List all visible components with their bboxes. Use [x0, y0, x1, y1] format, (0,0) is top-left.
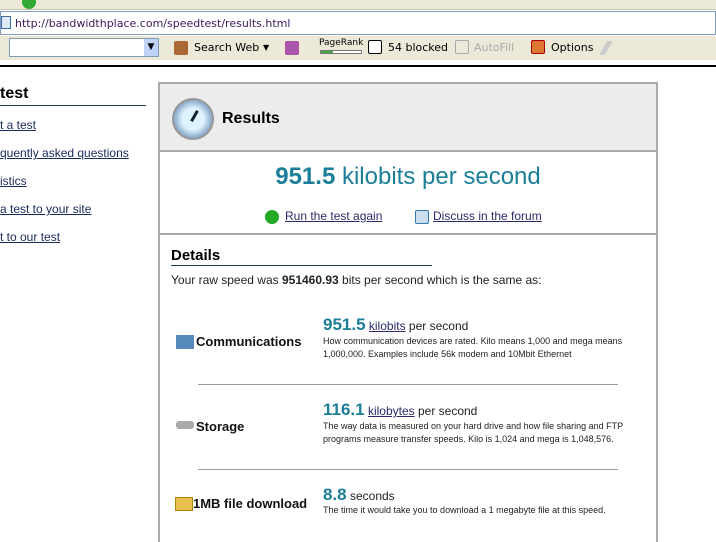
row-value: 951.5 kilobits per second [323, 315, 468, 335]
forum-icon[interactable] [415, 210, 429, 224]
hard-drive-icon [176, 421, 194, 429]
raw-suffix: bits per second which is the same as: [342, 273, 542, 287]
autofill-icon [455, 40, 469, 54]
sidebar-link[interactable]: quently asked questions [0, 146, 129, 160]
speed-value: 951.5 [275, 163, 336, 190]
stopwatch-icon [172, 98, 214, 140]
unit-link[interactable]: kilobytes [368, 404, 415, 418]
value: 116.1 [323, 400, 365, 419]
row-label: Communications [196, 334, 302, 349]
go-icon[interactable] [22, 0, 36, 9]
search-dropdown-icon[interactable]: ▼ [263, 43, 269, 52]
page-nav-strip [0, 60, 716, 67]
sidebar-link[interactable]: a test to your site [0, 202, 91, 216]
raw-prefix: Your raw speed was [171, 273, 279, 287]
popup-blocker-icon[interactable] [368, 40, 382, 54]
raw-speed-text: Your raw speed was 951460.93 bits per se… [171, 273, 541, 287]
suffix: seconds [349, 489, 395, 503]
blocked-count[interactable]: 54 blocked [388, 41, 448, 54]
url-text: http://bandwidthplace.com/speedtest/resu… [15, 17, 291, 30]
speed-unit: kilobits per second [341, 163, 541, 190]
results-panel: Results 951.5 kilobits per second Run th… [158, 82, 658, 542]
news-icon[interactable] [285, 41, 299, 55]
browser-toolbar-top [0, 0, 716, 10]
autofill-button[interactable]: AutoFill [474, 41, 514, 54]
options-icon[interactable] [531, 40, 545, 54]
value: 8.8 [323, 485, 347, 504]
unit-link[interactable]: kilobits [369, 319, 406, 333]
speed-result: 951.5 kilobits per second [160, 163, 656, 191]
address-bar[interactable]: http://bandwidthplace.com/speedtest/resu… [0, 11, 716, 35]
results-header: Results [160, 84, 656, 152]
sidebar-link[interactable]: t a test [0, 118, 36, 132]
results-title: Results [222, 110, 280, 127]
row-value: 116.1 kilobytes per second [323, 400, 477, 420]
highlighter-icon[interactable] [598, 41, 614, 55]
row-description: The way data is measured on your hard dr… [323, 421, 623, 444]
sidebar-link[interactable]: istics [0, 174, 27, 188]
row-label: Storage [196, 419, 245, 434]
divider [160, 233, 656, 235]
play-icon[interactable] [265, 210, 279, 224]
page-icon [1, 16, 11, 29]
raw-value: 951460.93 [281, 273, 339, 287]
sidebar-heading: test [0, 85, 146, 106]
network-icon [176, 335, 194, 349]
sidebar-link[interactable]: t to our test [0, 230, 60, 244]
options-button[interactable]: Options [551, 41, 593, 54]
pagerank-bar [320, 50, 362, 54]
google-toolbar: ▼ Search Web ▼ PageRank 54 blocked AutoF… [0, 36, 716, 60]
value: 951.5 [323, 315, 366, 334]
row-label: 1MB file download [193, 496, 308, 511]
row-value: 8.8 seconds [323, 485, 395, 505]
search-web-icon [174, 41, 188, 55]
pagerank-label: PageRank [319, 38, 364, 48]
search-web-button[interactable]: Search Web [194, 41, 259, 54]
search-combo-input[interactable]: ▼ [9, 38, 159, 57]
row-separator [198, 384, 618, 385]
run-again-link[interactable]: Run the test again [285, 209, 382, 223]
discuss-forum-link[interactable]: Discuss in the forum [433, 209, 542, 223]
row-description: How communication devices are rated. Kil… [323, 336, 623, 359]
details-heading: Details [171, 247, 432, 266]
suffix: per second [417, 404, 478, 418]
row-description: The time it would take you to download a… [323, 505, 606, 515]
chevron-down-icon[interactable]: ▼ [144, 39, 158, 56]
download-folder-icon [175, 497, 193, 511]
row-separator [198, 469, 618, 470]
suffix: per second [408, 319, 469, 333]
